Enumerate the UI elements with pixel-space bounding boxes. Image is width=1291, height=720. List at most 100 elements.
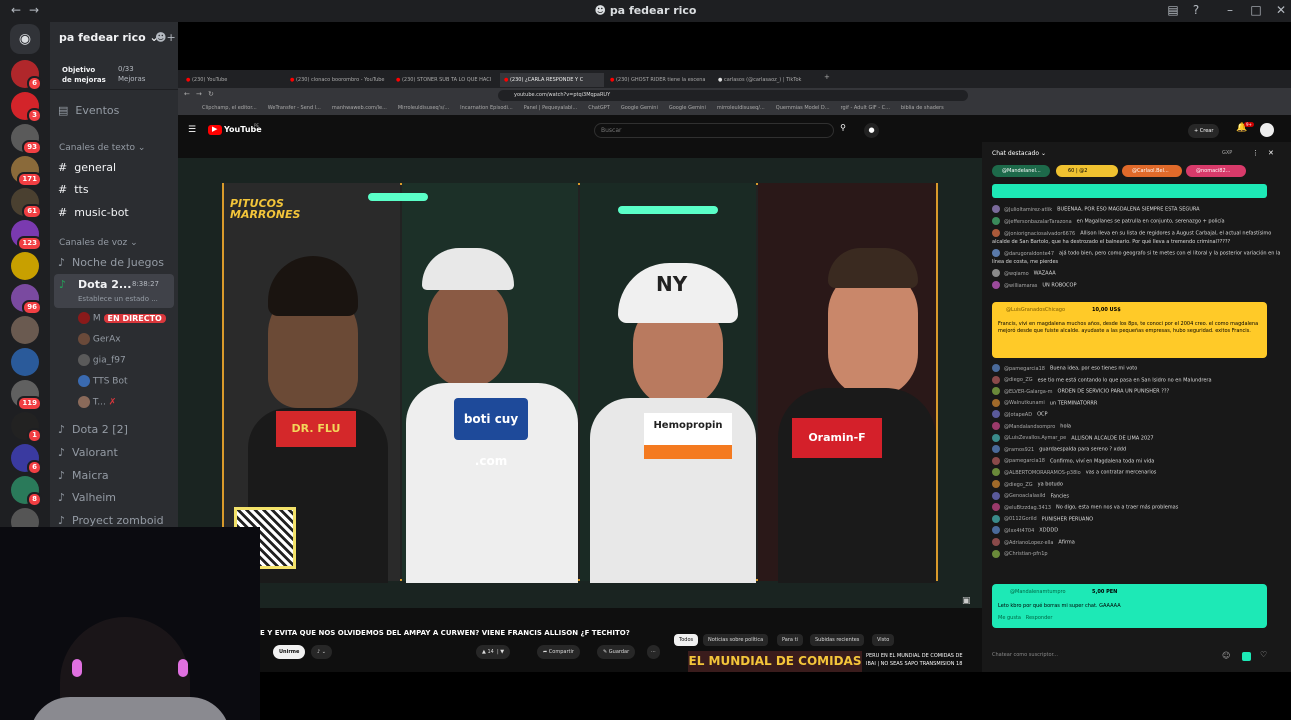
super-chat[interactable]: @LuisGranadosChicago 10,00 US$ Francis, … [992,302,1267,358]
bookmark-item[interactable]: manhwaweb.com/le... [332,105,387,111]
voice-user[interactable]: T... ✗ [78,396,116,408]
voice-noche-de-juegos[interactable]: ♪ Noche de Juegos [58,256,164,269]
voice-dota2-active[interactable]: ♪ Dota 2... 8:38:27 Establece un estado … [54,274,174,308]
voice-user[interactable]: gia_f97 [78,354,126,366]
server-icon[interactable]: 119 [11,380,42,411]
chat-message[interactable]: @eluBtzzdag.3413 No digo, esta men nos va… [992,503,1282,512]
voice-user[interactable]: TTS Bot [78,375,128,387]
chat-message[interactable]: @williamaras UN ROBOCOP [992,281,1282,290]
like-reply-row[interactable]: Me gusta Responder [998,615,1052,621]
chat-message[interactable]: @JotapeAD OCP [992,410,1282,419]
help-icon[interactable]: ? [1188,3,1204,17]
create-button[interactable]: + Crear [1188,124,1220,138]
donor-ticker[interactable]: @Carlaol.Bel... [1122,165,1182,177]
donor-ticker[interactable]: @Mandelanel... [992,165,1050,177]
super-chat-2[interactable]: @Mandalenamtumpro 5,00 PEN Leto kbro por… [992,584,1267,628]
filter-chip[interactable]: Para ti [777,634,803,646]
bookmark-item[interactable]: rgif - Adult GIF - C... [841,105,890,111]
filter-chip-all[interactable]: Todos [674,634,699,646]
voice-valorant[interactable]: ♪ Valorant [58,446,118,459]
chat-message[interactable]: @AdrianoLopez·ella Afirma [992,538,1282,547]
text-category[interactable]: Canales de texto ⌄ [59,143,145,153]
bookmark-item[interactable]: Google Gemini [669,105,706,111]
channel-general[interactable]: # general [58,161,116,174]
server-name-header[interactable]: pa fedear rico ⌄ [59,31,159,44]
chat-message[interactable]: @Julioltamirez·atlik BUEENAA, POR ESO MAG… [992,205,1282,214]
more-actions-button[interactable]: ⋯ [647,645,660,659]
browser-tab[interactable]: ● (230) GHOST RIDER tiene la escena [606,73,710,87]
menu-icon[interactable]: ☰ [188,125,196,135]
server-icon[interactable]: 8 [11,476,42,507]
save-button[interactable]: ✎ Guardar [597,645,636,659]
filter-chip[interactable]: Visto [872,634,895,646]
video-player[interactable]: PITUCOS MARRONES NY DR. FLU boti cuy .co… [178,158,982,608]
chat-message[interactable]: @jeffersonbazalarTarazona en Magallanes s… [992,217,1282,226]
chat-message[interactable]: @pamegarcia18 Confirmo, viví en Magdalena… [992,456,1282,466]
bookmark-item[interactable]: ChatGPT [588,105,610,111]
browser-tab-active[interactable]: ● (230) ¿CARLA RESPONDE Y C [500,73,604,87]
chat-input[interactable]: Chatear como suscriptor... [992,652,1222,658]
bookmark-item[interactable]: Google Gemini [621,105,658,111]
fullscreen-icon[interactable]: ▣ [962,596,971,606]
server-icon[interactable]: 93 [11,124,42,155]
chat-message[interactable]: @ramos921 guardaespalda para sereno ? xdd… [992,445,1282,454]
browser-tab[interactable]: ● (230) STONER SUB TA LO QUE HACI [392,73,496,87]
search-icon[interactable]: ⚲ [834,123,852,138]
reload-icon[interactable]: ↻ [208,90,214,98]
bookmark-item[interactable]: Incarnation Episodi... [460,105,513,111]
channel-tts[interactable]: # tts [58,183,89,196]
chat-message[interactable]: @darugoraldonte47 ajá todo bien, pero com… [992,249,1282,265]
server-icon[interactable] [11,348,39,376]
voice-proyect-zomboid[interactable]: ♪ Proyect zomboid [58,514,164,527]
minimize-icon[interactable]: – [1222,3,1238,17]
chat-message[interactable]: @Mandalandsompro hola [992,422,1282,431]
server-icon[interactable]: 96 [11,284,42,315]
chat-message[interactable]: @ALBERTOMORARAMOS-p38lo vas a contratar m… [992,468,1282,477]
browser-tab[interactable]: ● carlasos (@carlasaoz_) | TikTok [714,73,818,87]
browser-tab[interactable]: ● (230) YouTube [182,73,282,87]
chat-message[interactable]: @wqiamo WAZAAA [992,269,1282,278]
chat-message[interactable]: @diego_ZG ya botudo [992,480,1282,489]
server-icon[interactable]: 61 [11,188,42,219]
chat-mode-dropdown[interactable]: Chat destacado ⌄ [992,150,1046,157]
voice-dota2-2[interactable]: ♪ Dota 2 [2] [58,423,128,436]
account-avatar[interactable] [1260,123,1274,137]
server-icon[interactable]: 6 [11,444,42,475]
discord-home-icon[interactable]: ◉ [10,24,40,54]
server-icon[interactable]: 3 [11,92,42,123]
maximize-icon[interactable]: □ [1248,3,1264,17]
emoji-icon[interactable]: ☺ [1222,651,1230,660]
back-icon[interactable]: ← [184,90,190,98]
bookmark-item[interactable]: biblia de shaders [901,105,944,111]
like-button[interactable]: ▲ 14 | ▼ [476,645,511,659]
donor-ticker[interactable]: 60 | @2 [1056,165,1118,177]
bookmark-item[interactable]: WeTransfer - Send l... [268,105,321,111]
chat-message[interactable]: @Walnutkunami un TERMINATORRR [992,398,1282,408]
chat-message[interactable]: @ELVER-Galarga-m ORDEN DE SERVICIO PARA U… [992,387,1282,396]
address-bar[interactable]: youtube.com/watch?v=ptqi3MqpaRUY [498,90,968,101]
voice-valheim[interactable]: ♪ Valheim [58,491,116,504]
voice-user[interactable]: GerAx [78,333,121,345]
close-icon[interactable]: ✕ [1273,3,1289,17]
heart-icon[interactable]: ♡ [1260,650,1267,659]
chat-message[interactable]: @diego_ZG ese tio me está contando lo que… [992,375,1282,385]
server-icon[interactable] [11,252,39,280]
filter-chip[interactable]: Noticias sobre política [703,634,769,646]
channel-music-bot[interactable]: # music-bot [58,206,129,219]
recommendation-thumbnail[interactable]: EL MUNDIAL DE COMIDAS [688,651,862,672]
server-icon[interactable]: 171 [11,156,42,187]
join-button[interactable]: Unirme [273,645,306,659]
server-icon[interactable]: 6 [11,60,42,91]
chat-message[interactable]: @Ixx4t4704 XDDDD [992,526,1282,535]
events-link[interactable]: ▤ Eventos [58,104,119,117]
close-chat-icon[interactable]: ✕ [1268,149,1274,157]
voice-user-streaming[interactable]: M EN DIRECTO [78,312,166,324]
server-icon[interactable]: 1 [11,412,42,443]
subscribed-bell-button[interactable]: ♪ ⌄ [311,645,332,659]
super-thanks-icon[interactable] [1242,652,1251,661]
more-vert-icon[interactable]: ⋮ [1252,149,1259,157]
chat-message[interactable]: @joniorignaciosalvador6676 Allison lleva … [992,229,1282,245]
donor-ticker[interactable]: @nomaci82... [1186,165,1246,177]
share-button[interactable]: ➦ Compartir [537,645,580,659]
add-member-icon[interactable]: ☻+ [155,31,176,44]
